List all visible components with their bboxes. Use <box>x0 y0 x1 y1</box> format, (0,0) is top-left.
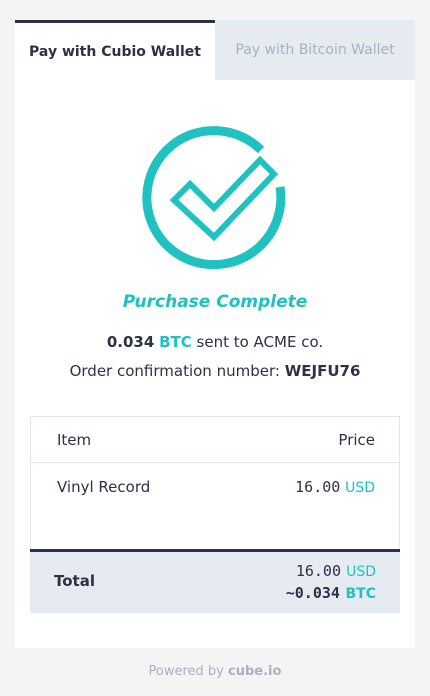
brand-link[interactable]: cube.io <box>228 664 281 679</box>
confirmation-number: WEJFU76 <box>284 362 361 380</box>
total-usd: 16.00 USD <box>296 561 376 580</box>
checkmark-circle-icon <box>142 126 286 270</box>
powered-by-footer: Powered by cube.io <box>0 664 430 679</box>
payment-card: Pay with Cubio Wallet Pay with Bitcoin W… <box>15 20 415 648</box>
tab-cubio-wallet[interactable]: Pay with Cubio Wallet <box>15 20 215 80</box>
payment-tabs: Pay with Cubio Wallet Pay with Bitcoin W… <box>15 20 415 80</box>
sent-recipient: sent to ACME co. <box>196 333 324 351</box>
order-table: Item Price Vinyl Record 16.00 USD Total … <box>30 416 400 613</box>
confirmation-label: Order confirmation number: <box>69 362 280 380</box>
purchase-status-title: Purchase Complete <box>122 292 308 312</box>
item-price-unit: USD <box>345 480 375 496</box>
total-btc: ~0.034 BTC <box>286 583 376 602</box>
sent-amount: 0.034 <box>106 333 155 351</box>
tab-bitcoin-wallet[interactable]: Pay with Bitcoin Wallet <box>215 20 415 80</box>
sent-summary: 0.034 BTC sent to ACME co. <box>15 333 415 351</box>
table-row-item-price: 16.00 USD <box>295 478 375 496</box>
powered-by-label: Powered by <box>148 664 224 679</box>
table-header: Item Price <box>31 417 399 463</box>
total-usd-value: 16.00 <box>295 562 341 580</box>
sent-currency: BTC <box>159 333 192 351</box>
item-price-value: 16.00 <box>295 478 341 496</box>
total-row: Total 16.00 USD ~0.034 BTC <box>30 549 400 613</box>
table-row-item-name: Vinyl Record <box>57 478 151 496</box>
confirmation-line: Order confirmation number: WEJFU76 <box>15 362 415 380</box>
total-usd-unit: USD <box>346 564 376 580</box>
total-btc-unit: BTC <box>345 586 377 602</box>
column-header-price: Price <box>338 431 375 449</box>
column-header-item: Item <box>57 431 92 449</box>
total-label: Total <box>54 572 95 590</box>
total-btc-value: ~0.034 <box>285 584 340 602</box>
